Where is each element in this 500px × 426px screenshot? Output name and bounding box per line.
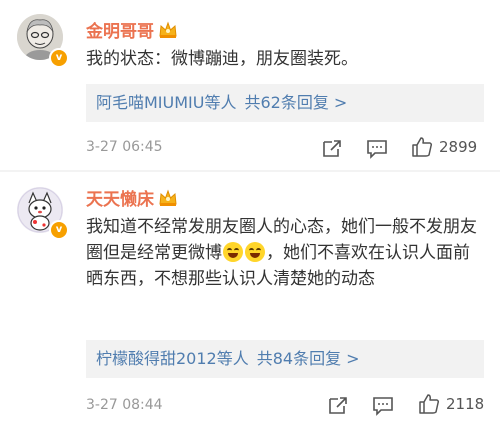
crown-icon [159, 189, 177, 206]
author-name[interactable]: 金明哥哥 [86, 17, 178, 42]
laugh-emoji-icon [223, 242, 243, 262]
comment-text: 我知道不经常发朋友圈人的心态，她们一般不发朋友圈但是经常更微博 ，她们不喜欢在认识… [86, 217, 477, 289]
verified-badge-icon: v [49, 48, 69, 68]
reply-authors-link[interactable]: 阿毛喵MIUMIU等人 [96, 93, 236, 112]
like-count: 2899 [439, 138, 478, 156]
forward-icon[interactable] [327, 394, 349, 416]
author-name[interactable]: 天天懒床 [86, 185, 178, 210]
reply-authors-link[interactable]: 柠檬酸得甜2012等人 [96, 349, 249, 368]
reply-count-link[interactable]: 共62条回复 > [244, 93, 347, 112]
timestamp: 3-27 08:44 [86, 397, 163, 413]
like-count: 2118 [446, 395, 485, 413]
crown-icon [159, 21, 177, 38]
laugh-emoji-icon [245, 242, 265, 262]
reply-summary[interactable]: 阿毛喵MIUMIU等人 共62条回复 > [86, 84, 484, 122]
comment-icon[interactable] [366, 137, 388, 159]
like-icon[interactable] [418, 393, 440, 415]
comment-icon[interactable] [372, 394, 394, 416]
verified-badge-icon: v [49, 220, 69, 240]
reply-summary[interactable]: 柠檬酸得甜2012等人 共84条回复 > [86, 340, 484, 378]
like-icon[interactable] [411, 136, 433, 158]
comment-item: v 金明哥哥 我的状态：微博蹦迪，朋友圈装死。 阿毛喵MIUMIU等人 共62条回… [0, 0, 500, 170]
comment-text: 我的状态：微博蹦迪，朋友圈装死。 [86, 49, 358, 69]
forward-icon[interactable] [321, 137, 343, 159]
divider [0, 170, 500, 172]
timestamp: 3-27 06:45 [86, 139, 163, 155]
reply-count-link[interactable]: 共84条回复 > [257, 349, 360, 368]
